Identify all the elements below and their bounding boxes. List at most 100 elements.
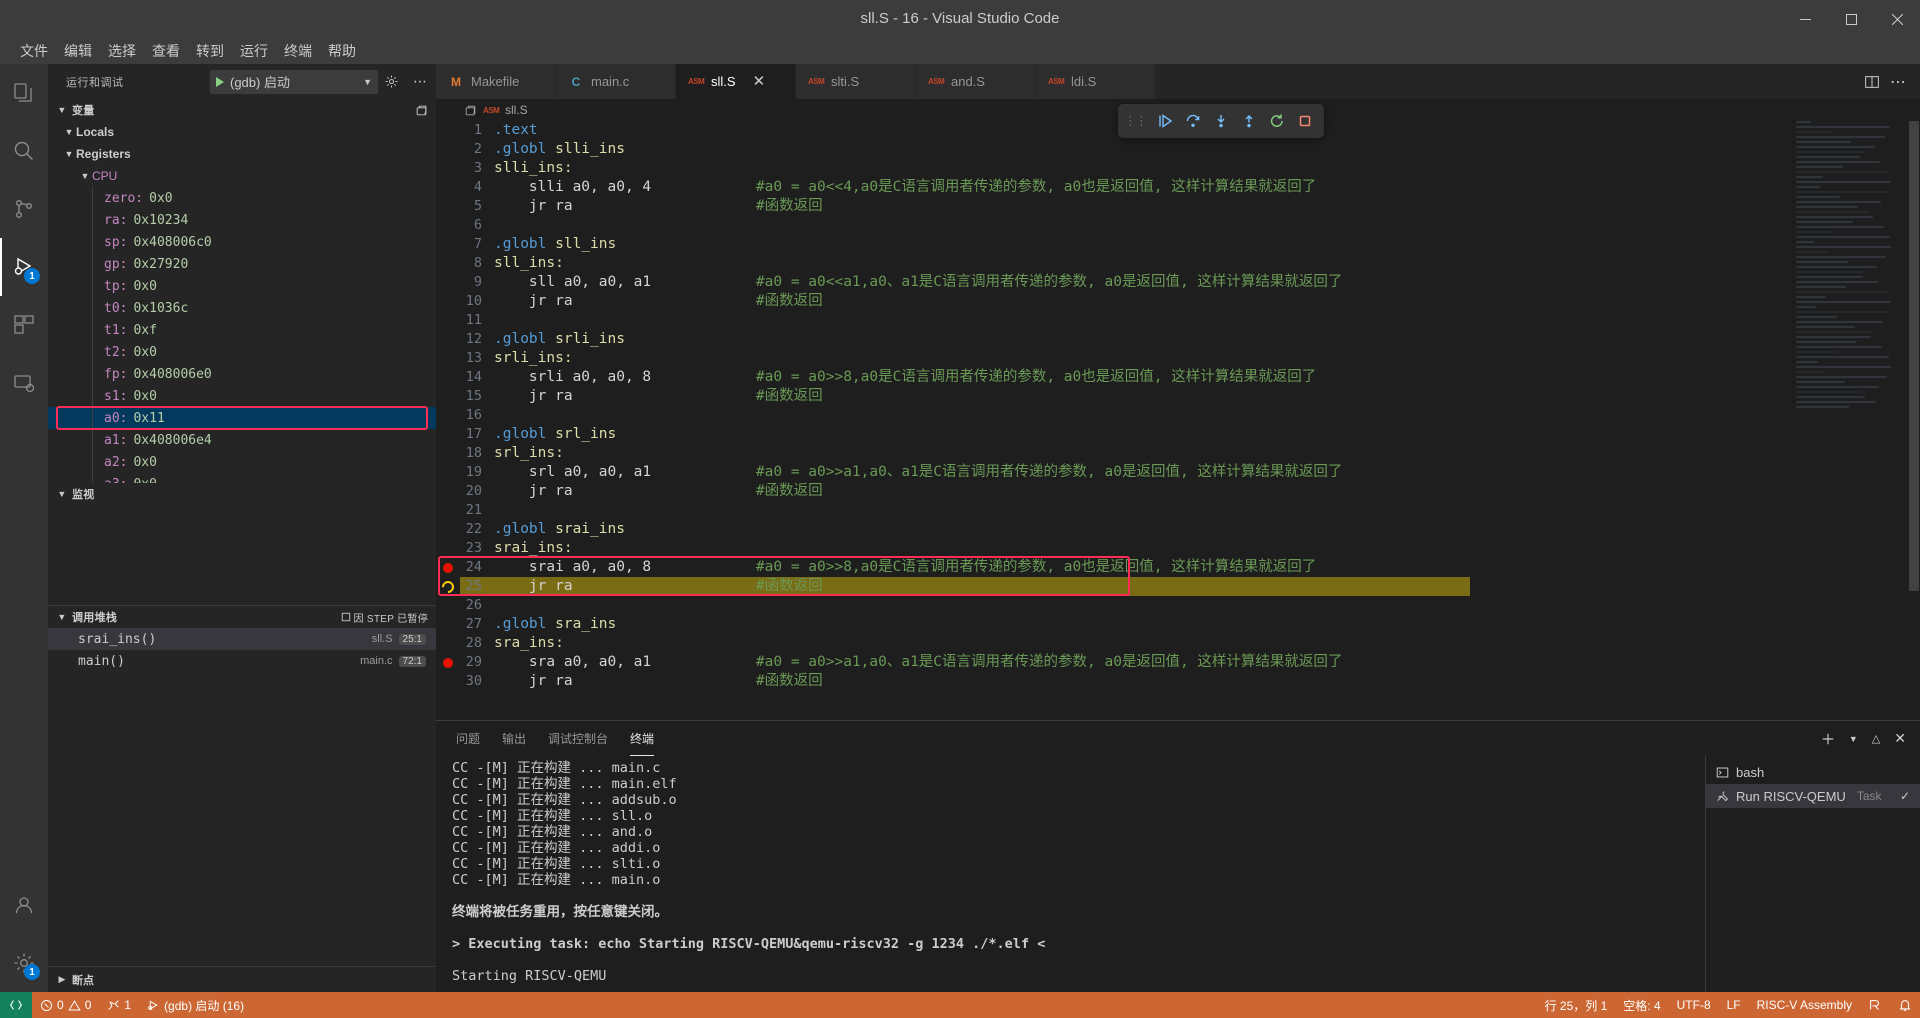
register-row-sp[interactable]: sp: 0x408006c0 [48,231,436,253]
ports-status[interactable]: 1 [99,992,139,1018]
code-line[interactable]: 7 .globl sll_ins [436,235,1920,254]
launch-config-dropdown[interactable]: (gdb) 启动 ▼ [210,69,378,94]
code-line[interactable]: 21 [436,501,1920,520]
register-row-a1[interactable]: a1: 0x408006e4 [48,429,436,451]
register-row-s1[interactable]: s1: 0x0 [48,385,436,407]
code-line[interactable]: 22 .globl srai_ins [436,520,1920,539]
menu-help[interactable]: 帮助 [320,39,364,63]
code-line[interactable]: 26 [436,596,1920,615]
step-out-button[interactable] [1236,108,1262,134]
editor-tab-main-c[interactable]: Cmain.c [556,64,676,99]
eol[interactable]: LF [1719,992,1749,1018]
cursor-position[interactable]: 行 25，列 1 [1537,992,1616,1018]
breakpoint-icon[interactable] [443,657,453,668]
variables-scope-registers[interactable]: ▼ Registers [48,143,436,165]
code-line[interactable]: 24 srai a0, a0, 8 #a0 = a0>>8,a0是C语言调用者传… [436,558,1920,577]
stop-button[interactable] [1292,108,1318,134]
close-tab-icon[interactable]: ✕ [753,74,766,89]
maximize-panel-icon[interactable]: △ [1872,732,1880,745]
extensions-icon[interactable] [0,296,48,354]
new-terminal-icon[interactable] [1821,732,1835,746]
section-breakpoints[interactable]: ▶ 断点 [48,966,436,992]
code-line[interactable]: 20 jr ra #函数返回 [436,482,1920,501]
menu-selection[interactable]: 选择 [100,39,144,63]
code-line[interactable]: 30 jr ra #函数返回 [436,672,1920,691]
indentation[interactable]: 空格: 4 [1615,992,1668,1018]
menu-file[interactable]: 文件 [12,39,56,63]
drag-handle-icon[interactable]: ⋮⋮ [1124,113,1150,129]
gear-icon[interactable] [384,74,404,89]
register-row-t0[interactable]: t0: 0x1036c [48,297,436,319]
maximize-button[interactable] [1828,0,1874,38]
menu-terminal[interactable]: 终端 [276,39,320,63]
register-row-a0[interactable]: a0: 0x11 [48,407,436,429]
debug-toolbar[interactable]: ⋮⋮ [1118,104,1324,138]
minimap[interactable] [1796,121,1906,720]
debug-session-status[interactable]: (gdb) 启动 (16) [139,992,252,1018]
breadcrumb-file[interactable]: sll.S [505,103,528,117]
settings-gear-icon[interactable]: 1 [0,934,48,992]
menu-edit[interactable]: 编辑 [56,39,100,63]
register-row-t1[interactable]: t1: 0xf [48,319,436,341]
variables-tree[interactable]: ▼ Locals ▼ Registers ▼ CPU zero: 0x0 ra: 0x10234 s… [48,121,436,483]
register-row-ra[interactable]: ra: 0x10234 [48,209,436,231]
panel-tab-终端[interactable]: 终端 [630,721,655,756]
code-line[interactable]: 27 .globl sra_ins [436,615,1920,634]
terminal-split-dropdown-icon[interactable]: ▼ [1849,734,1858,744]
section-watch[interactable]: ▼ 监视 [48,483,436,505]
remote-explorer-icon[interactable] [0,354,48,412]
editor-tab-slti-s[interactable]: ASM slti.S [796,64,916,99]
code-line[interactable]: 11 [436,311,1920,330]
close-button[interactable] [1874,0,1920,38]
callstack-row[interactable]: main() main.c 72:1 [48,650,436,672]
editor-tab-ldi-s[interactable]: ASM ldi.S [1036,64,1156,99]
restart-button[interactable] [1264,108,1290,134]
panel-tabs[interactable]: 问题 输出 调试控制台 终端 ▼ △ ✕ [436,721,1920,756]
register-row-a3[interactable]: a3: 0x0 [48,473,436,484]
gutter-glyph[interactable] [436,657,460,668]
run-debug-icon[interactable]: 1 [0,238,48,296]
feedback-icon[interactable] [1860,992,1890,1018]
variables-group-cpu[interactable]: ▼ CPU [48,165,436,187]
source-control-icon[interactable] [0,180,48,238]
gutter-glyph[interactable] [436,578,460,595]
register-row-a2[interactable]: a2: 0x0 [48,451,436,473]
code-line[interactable]: 3 slli_ins: [436,159,1920,178]
code-line[interactable]: 29 sra a0, a0, a1 #a0 = a0>>a1,a0、a1是C语言… [436,653,1920,672]
terminal-list-item[interactable]: bash [1706,760,1920,784]
code-line[interactable]: 19 srl a0, a0, a1 #a0 = a0>>a1,a0、a1是C语言… [436,463,1920,482]
accounts-icon[interactable] [0,876,48,934]
code-line[interactable]: 12 .globl srli_ins [436,330,1920,349]
terminal-list-item[interactable]: Run RISCV-QEMU Task ✓ [1706,784,1920,808]
problems-status[interactable]: 0 0 [32,992,99,1018]
section-variables[interactable]: ▼ 变量 [48,99,436,121]
editor-scrollbar[interactable] [1906,121,1920,720]
register-row-gp[interactable]: gp: 0x27920 [48,253,436,275]
menu-run[interactable]: 运行 [232,39,276,63]
code-line[interactable]: 2 .globl slli_ins [436,140,1920,159]
code-line[interactable]: 17 .globl srl_ins [436,425,1920,444]
code-line[interactable]: 13 srli_ins: [436,349,1920,368]
breakpoint-icon[interactable] [443,562,453,573]
menu-go[interactable]: 转到 [188,39,232,63]
panel-tab-调试控制台[interactable]: 调试控制台 [548,721,608,756]
gutter-glyph[interactable] [436,562,460,573]
code-line[interactable]: 6 [436,216,1920,235]
continue-button[interactable] [1152,108,1178,134]
callstack-row[interactable]: srai_ins() sll.S 25:1 [48,628,436,650]
register-row-fp[interactable]: fp: 0x408006e0 [48,363,436,385]
callstack-list[interactable]: srai_ins() sll.S 25:1 main() main.c 72:1 [48,628,436,672]
code-line[interactable]: 9 sll a0, a0, a1 #a0 = a0<<a1,a0、a1是C语言调… [436,273,1920,292]
split-editor-icon[interactable] [1864,74,1880,90]
more-actions-icon[interactable]: ⋯ [410,73,430,90]
terminal-output[interactable]: CC -[M] 正在构建 ... main.c CC -[M] 正在构建 ... … [436,756,1705,992]
panel-tab-输出[interactable]: 输出 [502,721,526,756]
menu-view[interactable]: 查看 [144,39,188,63]
code-line[interactable]: 28 sra_ins: [436,634,1920,653]
variables-scope-locals[interactable]: ▼ Locals [48,121,436,143]
code-line[interactable]: 23 srai_ins: [436,539,1920,558]
register-row-tp[interactable]: tp: 0x0 [48,275,436,297]
editor-tab-sll-s[interactable]: ASM sll.S ✕ [676,64,796,99]
code-line[interactable]: 15 jr ra #函数返回 [436,387,1920,406]
code-line[interactable]: 18 srl_ins: [436,444,1920,463]
